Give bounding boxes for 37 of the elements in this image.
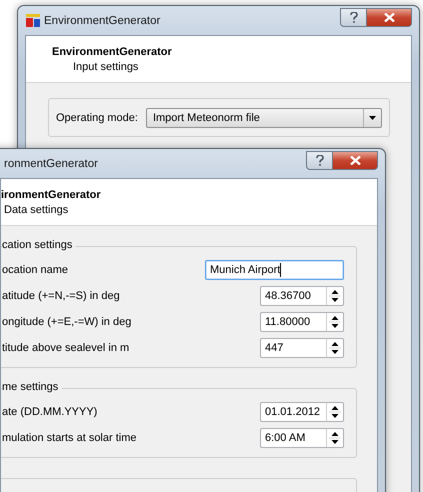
spin-arrows-icon [326,287,343,305]
help-icon [316,155,324,166]
group-title: cation settings [2,239,76,251]
close-button[interactable] [333,151,378,170]
spin-box[interactable]: 11.80000 [260,312,344,332]
close-icon [350,156,360,165]
group-title: me settings [2,381,62,393]
dialog-heading: EnvironmentGenerator [52,46,173,58]
field-label: atitude (+=N,-=S) in deg [2,290,120,302]
spin-arrows-icon [326,339,343,357]
dialog-subheading: Input settings [72,60,140,72]
field-label: Operating mode: [56,112,138,124]
dialog-heading: ironmentGenerator [1,188,102,200]
spin-arrows-icon [326,403,343,421]
spin-box[interactable]: 6:00 AM [260,428,344,448]
app-icon [26,14,40,27]
field-label: ongitude (+=E,-=W) in deg [2,316,132,328]
dropdown[interactable]: Import Meteonorm file [146,108,382,128]
field-label: mulation starts at solar time [2,432,136,444]
field-label: ate (DD.MM.YYYY) [2,406,98,418]
help-button[interactable] [306,151,333,170]
spin-box[interactable]: 01.01.2012 [260,402,344,422]
window-title: EnvironmentGenerator [44,14,162,26]
dropdown-arrow-icon [369,116,376,120]
close-icon [384,13,394,22]
spin-box[interactable]: 447 [260,338,344,358]
help-button[interactable] [340,8,367,27]
field-label: ocation name [2,264,68,276]
dialog-subheading: Data settings [3,204,70,216]
spin-box[interactable]: 48.36700 [260,286,344,306]
close-button[interactable] [367,8,412,27]
field-label: titude above sealevel in m [2,342,130,354]
spin-arrows-icon [326,313,343,331]
window-title: ronmentGenerator [4,158,99,170]
help-icon [350,12,358,23]
text-field[interactable]: Munich Airport [205,260,344,280]
spin-arrows-icon [326,429,343,447]
